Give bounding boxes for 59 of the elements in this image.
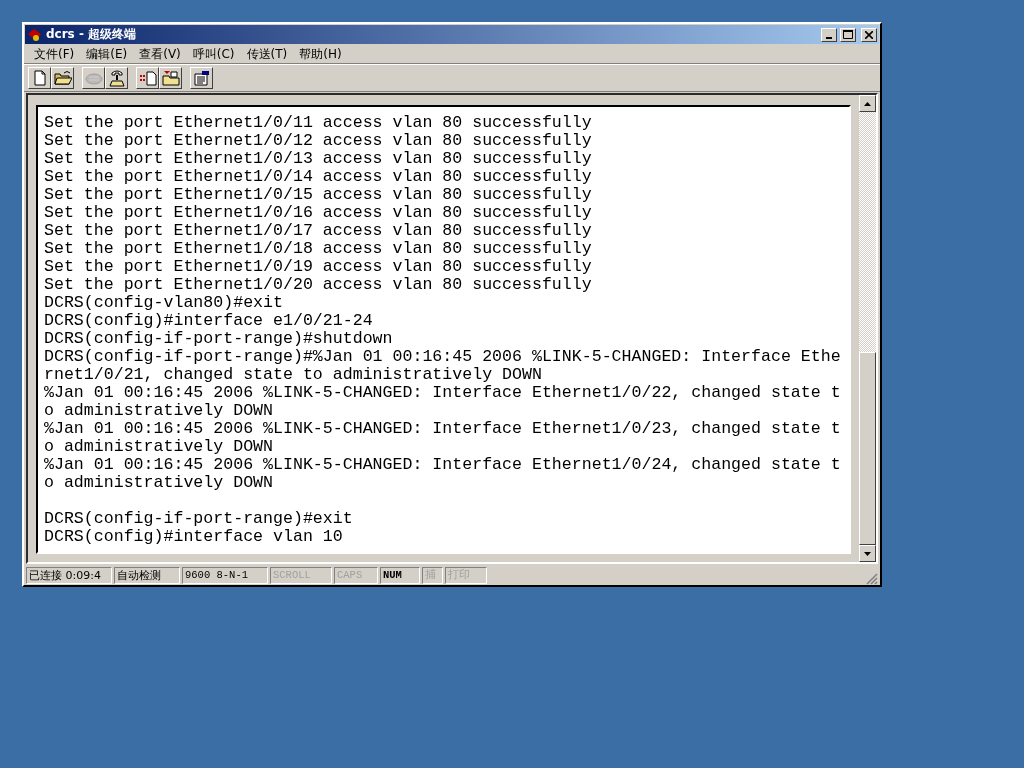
properties-icon <box>192 70 211 86</box>
scroll-up-button[interactable] <box>859 95 876 112</box>
send-document-icon <box>138 70 157 86</box>
terminal-line: Set the port Ethernet1/0/14 access vlan 80 successfully <box>44 168 592 186</box>
menu-item[interactable]: 传送(T) <box>240 45 294 63</box>
terminal-line: o administratively DOWN <box>44 474 274 492</box>
maximize-button[interactable] <box>840 27 856 42</box>
terminal-line: o administratively DOWN <box>44 402 274 420</box>
terminal-line: DCRS(config)#interface e1/0/21-24 <box>44 312 373 330</box>
terminal-line: DCRS(config-if-port-range)#shutdown <box>44 330 393 348</box>
down-arrow-icon <box>864 551 871 556</box>
terminal-line: o administratively DOWN <box>44 438 274 456</box>
terminal-line: Set the port Ethernet1/0/11 access vlan 80 successfully <box>44 114 592 132</box>
toolbar-button[interactable] <box>28 67 51 89</box>
terminal-line: %Jan 01 00:16:45 2006 %LINK-5-CHANGED: Interface Ethernet1/0/23, changed state t <box>44 420 841 438</box>
close-icon <box>865 30 873 39</box>
terminal-line: Set the port Ethernet1/0/15 access vlan 80 successfully <box>44 186 592 204</box>
new-document-icon <box>31 70 48 86</box>
close-button[interactable] <box>861 27 877 42</box>
toolbar-button[interactable] <box>105 67 128 89</box>
menu-item[interactable]: 帮助(H) <box>293 45 348 63</box>
receive-folder-icon <box>161 70 180 86</box>
toolbar-button[interactable] <box>159 67 182 89</box>
scroll-down-button[interactable] <box>859 545 876 562</box>
terminal-line: Set the port Ethernet1/0/18 access vlan 80 successfully <box>44 240 592 258</box>
maximize-icon <box>843 30 853 39</box>
menu-item[interactable]: 查看(V) <box>133 45 187 63</box>
terminal-line: rnet1/0/21, changed state to administratively DOWN <box>44 366 542 384</box>
scrollbar[interactable] <box>859 95 876 562</box>
menu-item[interactable]: 编辑(E) <box>80 45 134 63</box>
status-indicator: NUM <box>380 566 420 584</box>
toolbar-button[interactable] <box>51 67 74 89</box>
toolbar-button[interactable] <box>190 67 213 89</box>
terminal-line: DCRS(config-vlan80)#exit <box>44 294 283 312</box>
menu-item[interactable]: 呼叫(C) <box>186 45 241 63</box>
toolbar-button[interactable] <box>136 67 159 89</box>
terminal-line: Set the port Ethernet1/0/19 access vlan 80 successfully <box>44 258 592 276</box>
resize-grip-icon[interactable] <box>866 573 878 585</box>
terminal-line: Set the port Ethernet1/0/13 access vlan 80 successfully <box>44 150 592 168</box>
minimize-button[interactable] <box>821 27 837 42</box>
terminal-line: Set the port Ethernet1/0/17 access vlan 80 successfully <box>44 222 592 240</box>
folder-icon <box>53 70 72 86</box>
minimize-icon <box>826 36 832 39</box>
up-arrow-icon <box>864 101 871 106</box>
menu-item[interactable]: 文件(F) <box>28 45 81 63</box>
status-text: 自动检测 <box>114 566 180 584</box>
terminal-line: DCRS(config-if-port-range)#%Jan 01 00:16:45 2006 %LINK-5-CHANGED: Interface Ethe <box>44 348 841 366</box>
terminal-line: Set the port Ethernet1/0/20 access vlan 80 successfully <box>44 276 592 294</box>
window-title: dcrs - 超级终端 <box>46 26 138 43</box>
status-text: 已连接 0:09:4 <box>26 566 112 584</box>
terminal-line: DCRS(config)#interface vlan 10 <box>44 528 343 546</box>
terminal-line: %Jan 01 00:16:45 2006 %LINK-5-CHANGED: Interface Ethernet1/0/22, changed state t <box>44 384 841 402</box>
terminal-line: Set the port Ethernet1/0/12 access vlan 80 successfully <box>44 132 592 150</box>
terminal-line: DCRS(config-if-port-range)#exit <box>44 510 353 528</box>
terminal-line: Set the port Ethernet1/0/16 access vlan 80 successfully <box>44 204 592 222</box>
app-icon <box>27 27 43 42</box>
terminal-line: %Jan 01 00:16:45 2006 %LINK-5-CHANGED: Interface Ethernet1/0/24, changed state t <box>44 456 841 474</box>
scroll-thumb[interactable] <box>859 352 876 545</box>
status-text: 9600 8-N-1 <box>182 566 268 584</box>
